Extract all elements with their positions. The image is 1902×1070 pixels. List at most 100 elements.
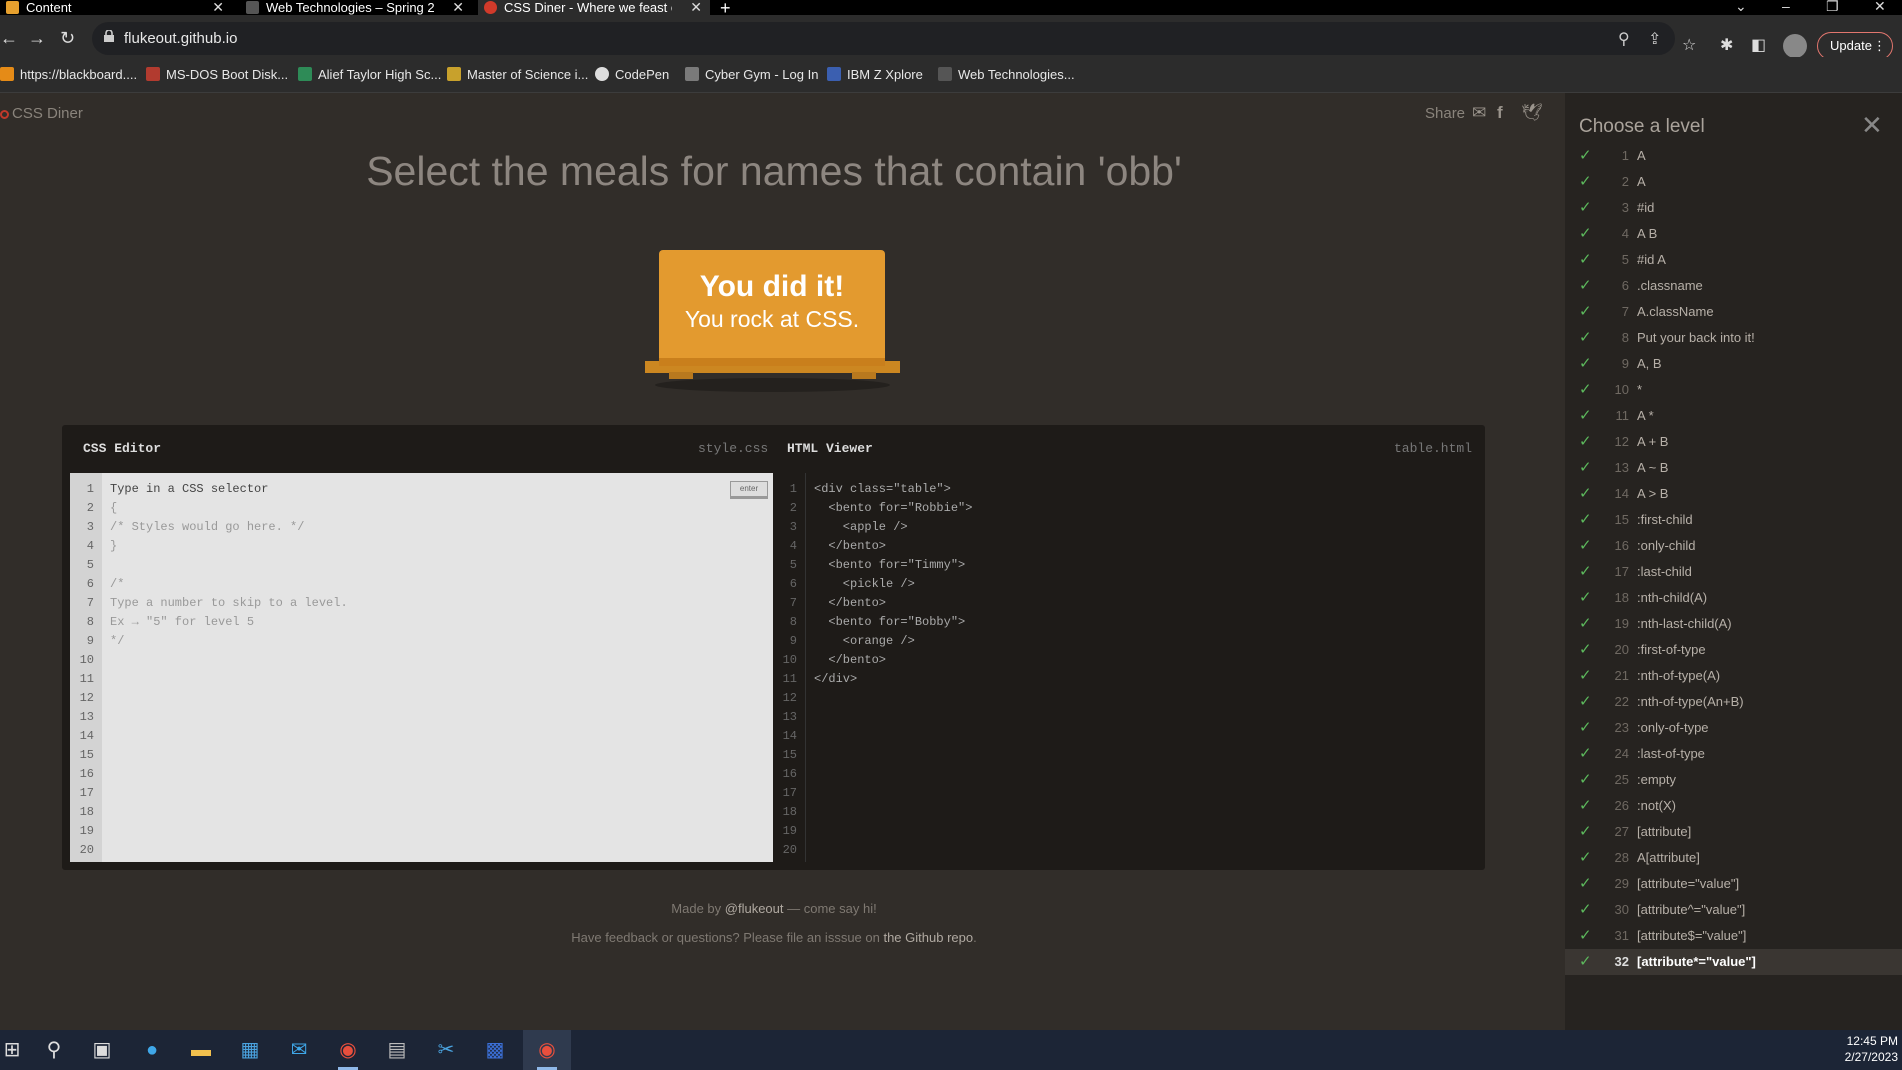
level-item[interactable]: ✓ 27 [attribute] — [1565, 819, 1902, 845]
browser-tab[interactable]: Web Technologies – Spring 2023 ✕ — [240, 0, 472, 15]
level-item[interactable]: ✓ 13 A ~ B — [1565, 455, 1902, 481]
level-item[interactable]: ✓ 30 [attribute^="value"] — [1565, 897, 1902, 923]
level-item[interactable]: ✓ 19:nth-last-child(A) — [1565, 611, 1902, 637]
level-item[interactable]: ✓ 14 A > B — [1565, 481, 1902, 507]
level-item[interactable]: ✓ 25:empty — [1565, 767, 1902, 793]
level-item[interactable]: ✓ 24:last-of-type — [1565, 741, 1902, 767]
level-item[interactable]: ✓ 5 #id A — [1565, 247, 1902, 273]
level-item[interactable]: ✓ 11 A * — [1565, 403, 1902, 429]
browser-tab-active[interactable]: CSS Diner - Where we feast on C ✕ — [478, 0, 710, 15]
chrome-icon[interactable]: ◉ — [336, 1038, 360, 1062]
outlook-icon[interactable]: ▩ — [483, 1038, 507, 1062]
level-name: A[attribute] — [1637, 850, 1700, 865]
level-number: 31 — [1614, 928, 1629, 943]
level-item[interactable]: ✓ 4 A B — [1565, 221, 1902, 247]
file-explorer-icon[interactable]: ▬ — [189, 1038, 213, 1062]
css-editor-pane[interactable]: 1 2 3 4 5 6 7 8 9 10 11 12 13 14 15 16 17 18 19 20 Type in … — [70, 473, 773, 862]
level-number: 30 — [1614, 902, 1629, 917]
clock-time: 12:45 PM — [1846, 1034, 1898, 1048]
flukeout-link[interactable]: @flukeout — [725, 901, 784, 916]
windows-start-icon[interactable]: ⊞ — [0, 1038, 24, 1062]
email-icon[interactable]: ✉ — [1472, 103, 1486, 123]
search-icon[interactable]: ⚲ — [42, 1038, 66, 1062]
level-number: 9 — [1621, 356, 1629, 371]
side-panel-icon[interactable]: ◧ — [1751, 35, 1766, 55]
update-button[interactable]: Update ⋮ — [1817, 32, 1893, 60]
address-bar[interactable]: flukeout.github.io ⚲ ⇪ — [92, 22, 1675, 55]
level-item[interactable]: ✓ 17:last-child — [1565, 559, 1902, 585]
bookmark-item[interactable]: MS-DOS Boot Disk... — [146, 67, 288, 82]
github-repo-link[interactable]: the Github repo — [883, 930, 973, 945]
bookmark-star-icon[interactable]: ☆ — [1682, 35, 1696, 55]
level-number: 22 — [1614, 694, 1629, 709]
share-page-icon[interactable]: ⇪ — [1648, 29, 1661, 49]
bookmark-item[interactable]: CodePen — [595, 67, 669, 82]
calculator-icon[interactable]: ▤ — [385, 1038, 409, 1062]
line-number: 8 — [86, 615, 94, 629]
lock-icon[interactable] — [104, 30, 114, 42]
level-number: 1 — [1621, 148, 1629, 163]
enter-button[interactable]: enter — [730, 481, 768, 499]
task-view-icon[interactable]: ▣ — [90, 1038, 114, 1062]
level-item[interactable]: ✓ 10 * — [1565, 377, 1902, 403]
forward-icon[interactable]: → — [28, 28, 46, 49]
extensions-icon[interactable]: ✱ — [1720, 35, 1733, 55]
level-item[interactable]: ✓ 2 A — [1565, 169, 1902, 195]
level-item[interactable]: ✓ 28 A[attribute] — [1565, 845, 1902, 871]
reload-icon[interactable]: ↻ — [60, 28, 75, 49]
restore-icon[interactable]: ❐ — [1826, 0, 1839, 15]
line-number: 6 — [86, 577, 94, 591]
level-item[interactable]: ✓ 26:not(X) — [1565, 793, 1902, 819]
level-item[interactable]: ✓ 1 A — [1565, 143, 1902, 169]
success-subtitle: You rock at CSS. — [684, 306, 860, 332]
css-input[interactable]: Type in a CSS selector {/* Styles would g… — [110, 473, 348, 651]
tab-close-icon[interactable]: ✕ — [452, 0, 464, 15]
profile-avatar[interactable] — [1783, 34, 1807, 58]
bookmark-item[interactable]: Cyber Gym - Log In — [685, 67, 818, 82]
level-item[interactable]: ✓ 3 #id — [1565, 195, 1902, 221]
facebook-icon[interactable]: f — [1497, 103, 1503, 123]
chrome-active-icon[interactable]: ◉ — [535, 1038, 559, 1062]
level-item[interactable]: ✓ 7 A.className — [1565, 299, 1902, 325]
code-line: */ — [110, 634, 125, 648]
level-item[interactable]: ✓ 23:only-of-type — [1565, 715, 1902, 741]
level-item[interactable]: ✓ 32 [attribute*="value"] — [1565, 949, 1902, 975]
level-item[interactable]: ✓ 31 [attribute$="value"] — [1565, 923, 1902, 949]
level-item[interactable]: ✓ 16:only-child — [1565, 533, 1902, 559]
checkmark-icon: ✓ — [1579, 797, 1592, 814]
level-item[interactable]: ✓ 8 Put your back into it! — [1565, 325, 1902, 351]
level-item[interactable]: ✓ 18:nth-child(A) — [1565, 585, 1902, 611]
tab-search-chevron-icon[interactable]: ⌄ — [1735, 0, 1747, 15]
store-icon[interactable]: ▦ — [238, 1038, 262, 1062]
tab-close-icon[interactable]: ✕ — [212, 0, 224, 15]
bookmark-item[interactable]: https://blackboard.... — [0, 67, 137, 82]
close-icon[interactable]: ✕ — [1861, 110, 1883, 141]
level-item[interactable]: ✓ 9 A, B — [1565, 351, 1902, 377]
back-icon[interactable]: ← — [0, 28, 18, 49]
edge-icon[interactable]: ● — [140, 1038, 164, 1062]
level-item[interactable]: ✓ 22:nth-of-type(An+B) — [1565, 689, 1902, 715]
bookmark-item[interactable]: Web Technologies... — [938, 67, 1075, 82]
system-clock[interactable]: 12:45 PM 2/27/2023 — [1830, 1033, 1898, 1065]
level-item[interactable]: ✓ 21:nth-of-type(A) — [1565, 663, 1902, 689]
mail-icon[interactable]: ✉ — [287, 1038, 311, 1062]
level-item[interactable]: ✓ 6 .classname — [1565, 273, 1902, 299]
level-item[interactable]: ✓ 12 A + B — [1565, 429, 1902, 455]
level-item[interactable]: ✓ 29 [attribute="value"] — [1565, 871, 1902, 897]
zoom-icon[interactable]: ⚲ — [1618, 29, 1630, 49]
tab-close-icon[interactable]: ✕ — [690, 0, 702, 15]
bookmark-favicon-icon — [298, 67, 312, 81]
level-item[interactable]: ✓ 15:first-child — [1565, 507, 1902, 533]
twitter-icon[interactable]: 🕊 — [1521, 103, 1543, 123]
window-close-icon[interactable]: ✕ — [1874, 0, 1886, 15]
line-number: 17 — [79, 786, 94, 800]
snipping-tool-icon[interactable]: ✂ — [434, 1038, 458, 1062]
bookmark-item[interactable]: Master of Science i... — [447, 67, 588, 82]
bookmark-item[interactable]: IBM Z Xplore — [827, 67, 923, 82]
bookmark-item[interactable]: Alief Taylor High Sc... — [298, 67, 441, 82]
browser-tab[interactable]: Content ✕ — [0, 0, 232, 15]
minimize-icon[interactable]: – — [1782, 0, 1790, 14]
level-item[interactable]: ✓ 20:first-of-type — [1565, 637, 1902, 663]
url-text[interactable]: flukeout.github.io — [124, 30, 237, 47]
site-logo[interactable]: CSS Diner — [0, 105, 83, 122]
